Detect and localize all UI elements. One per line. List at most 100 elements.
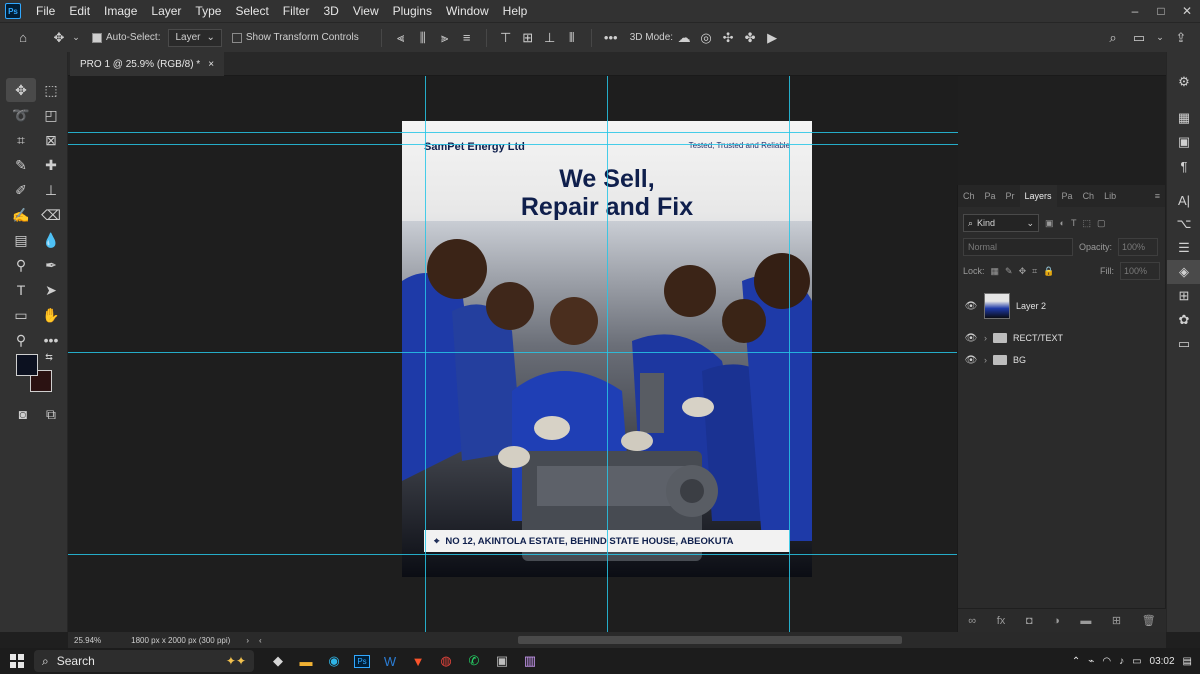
- quick-mask-icon[interactable]: ◙: [8, 402, 38, 426]
- blend-mode-dropdown[interactable]: Normal: [963, 238, 1073, 256]
- gradients-icon[interactable]: ▣: [1167, 130, 1200, 154]
- home-icon[interactable]: ⌂: [12, 27, 34, 49]
- filter-smart-object-icon[interactable]: ▢: [1097, 218, 1106, 229]
- battery-icon[interactable]: ▭: [1132, 656, 1141, 667]
- layer-item[interactable]: 👁 Layer 2: [958, 291, 1165, 321]
- move-tool-icon[interactable]: ✥: [6, 78, 36, 102]
- move-tool-icon[interactable]: ✥: [48, 27, 70, 49]
- history-brush-tool-icon[interactable]: ✍: [6, 203, 36, 227]
- share-icon[interactable]: ⇪: [1170, 27, 1192, 49]
- canvas-area[interactable]: SamPet Energy Ltd Tested, Trusted and Re…: [68, 76, 958, 632]
- chevron-up-icon[interactable]: ⌃: [1072, 656, 1080, 667]
- lock-position-icon[interactable]: ✥: [1019, 266, 1027, 277]
- guide-horizontal[interactable]: [68, 352, 958, 353]
- whatsapp-icon[interactable]: ✆: [460, 648, 488, 674]
- chevron-left-icon[interactable]: ‹: [259, 636, 262, 645]
- lock-transparency-icon[interactable]: ▦: [991, 266, 1000, 277]
- guide-horizontal[interactable]: [68, 132, 958, 133]
- menu-select[interactable]: Select: [228, 4, 275, 18]
- brave-icon[interactable]: ▼: [404, 648, 432, 674]
- layer-group-item[interactable]: 👁 › RECT/TEXT: [958, 327, 1165, 349]
- menu-3d[interactable]: 3D: [316, 4, 345, 18]
- more-options-icon[interactable]: •••: [600, 27, 622, 49]
- frame-tool-icon[interactable]: ⊠: [36, 128, 66, 152]
- photos-icon[interactable]: ▣: [488, 648, 516, 674]
- lasso-tool-icon[interactable]: ➰: [6, 103, 36, 127]
- network-icon[interactable]: ⌁: [1088, 656, 1094, 667]
- filter-adjustment-icon[interactable]: ◐: [1060, 218, 1065, 228]
- distribute-icon[interactable]: ≡: [456, 27, 478, 49]
- copilot-icon[interactable]: ◆: [264, 648, 292, 674]
- object-select-tool-icon[interactable]: ◰: [36, 103, 66, 127]
- align-right-icon[interactable]: ⫸: [434, 27, 456, 49]
- trash-icon[interactable]: 🗑: [1142, 614, 1156, 627]
- pen-tool-icon[interactable]: ✒: [36, 253, 66, 277]
- guide-vertical[interactable]: [789, 76, 790, 632]
- volume-icon[interactable]: ♪: [1119, 656, 1124, 667]
- align-bottom-icon[interactable]: ⊥: [539, 27, 561, 49]
- gradient-tool-icon[interactable]: ▤: [6, 228, 36, 252]
- search-icon[interactable]: ⌕: [1102, 27, 1124, 49]
- drag-3d-icon[interactable]: ✣: [717, 27, 739, 49]
- auto-select-dropdown[interactable]: Layer ⌄: [168, 28, 222, 47]
- add-mask-icon[interactable]: ◘: [1026, 615, 1033, 627]
- menu-file[interactable]: File: [29, 4, 62, 18]
- learn-icon[interactable]: ⚙: [1167, 70, 1200, 94]
- blur-tool-icon[interactable]: 💧: [36, 228, 66, 252]
- color-icon[interactable]: ✿: [1167, 308, 1200, 332]
- guide-vertical[interactable]: [425, 76, 426, 632]
- guide-horizontal[interactable]: [68, 554, 958, 555]
- zoom-level[interactable]: 25.94%: [74, 636, 101, 645]
- roll-3d-icon[interactable]: ◎: [695, 27, 717, 49]
- clone-stamp-tool-icon[interactable]: ⊥: [36, 178, 66, 202]
- clock[interactable]: 03:02: [1150, 656, 1175, 667]
- dodge-tool-icon[interactable]: ⚲: [6, 253, 36, 277]
- chevron-right-icon[interactable]: ›: [984, 355, 987, 365]
- adjustment-layer-icon[interactable]: ◑: [1053, 615, 1060, 627]
- paths-icon[interactable]: ⌥: [1167, 212, 1200, 236]
- character-icon[interactable]: A|: [1167, 188, 1200, 212]
- minimize-button[interactable]: –: [1122, 0, 1148, 22]
- swatches-icon[interactable]: ▦: [1167, 106, 1200, 130]
- chevron-right-icon[interactable]: ›: [246, 636, 249, 645]
- align-top-icon[interactable]: ⊤: [495, 27, 517, 49]
- word-icon[interactable]: W: [376, 648, 404, 674]
- auto-select-checkbox[interactable]: [92, 32, 102, 43]
- maximize-button[interactable]: □: [1148, 0, 1174, 22]
- tab-paths[interactable]: Pa: [980, 185, 1001, 207]
- distribute-vertical-icon[interactable]: ⫴: [561, 27, 583, 49]
- eraser-tool-icon[interactable]: ⌫: [36, 203, 66, 227]
- menu-view[interactable]: View: [346, 4, 386, 18]
- chrome-icon[interactable]: ◍: [432, 648, 460, 674]
- document-tab[interactable]: PRO 1 @ 25.9% (RGB/8) * ×: [70, 52, 225, 76]
- chevron-right-icon[interactable]: ›: [984, 333, 987, 343]
- wifi-icon[interactable]: ◠: [1102, 656, 1111, 667]
- brush-tool-icon[interactable]: ✐: [6, 178, 36, 202]
- tab-libraries[interactable]: Lib: [1099, 185, 1121, 207]
- layers-icon[interactable]: ◈: [1167, 260, 1200, 284]
- close-button[interactable]: ✕: [1174, 0, 1200, 22]
- kind-filter-dropdown[interactable]: ⌕ Kind ⌄: [963, 214, 1039, 232]
- video-camera-icon[interactable]: ▶: [761, 27, 783, 49]
- menu-window[interactable]: Window: [439, 4, 496, 18]
- tab-properties[interactable]: Pr: [1001, 185, 1020, 207]
- tab-character[interactable]: Ch: [1078, 185, 1100, 207]
- history-icon[interactable]: ▭: [1167, 332, 1200, 356]
- link-layers-icon[interactable]: ∞: [968, 615, 976, 627]
- photoshop-taskbar-icon[interactable]: Ps: [348, 648, 376, 674]
- type-tool-icon[interactable]: T: [6, 278, 36, 302]
- eye-icon[interactable]: 👁: [964, 355, 978, 366]
- app-icon[interactable]: ▥: [516, 648, 544, 674]
- eye-icon[interactable]: 👁: [964, 301, 978, 312]
- tab-channels[interactable]: Ch: [958, 185, 980, 207]
- filter-shape-icon[interactable]: ⬚: [1082, 218, 1091, 229]
- menu-edit[interactable]: Edit: [62, 4, 97, 18]
- opacity-field[interactable]: 100%: [1118, 238, 1159, 256]
- fx-icon[interactable]: fx: [997, 615, 1006, 627]
- panel-menu-icon[interactable]: ≡: [1150, 185, 1165, 207]
- taskbar-search[interactable]: ⌕ Search ✦✦: [34, 650, 254, 672]
- guide-vertical[interactable]: [607, 76, 608, 632]
- new-group-icon[interactable]: ▬: [1080, 615, 1091, 627]
- tab-patterns[interactable]: Pa: [1057, 185, 1078, 207]
- path-selection-tool-icon[interactable]: ➤: [36, 278, 66, 302]
